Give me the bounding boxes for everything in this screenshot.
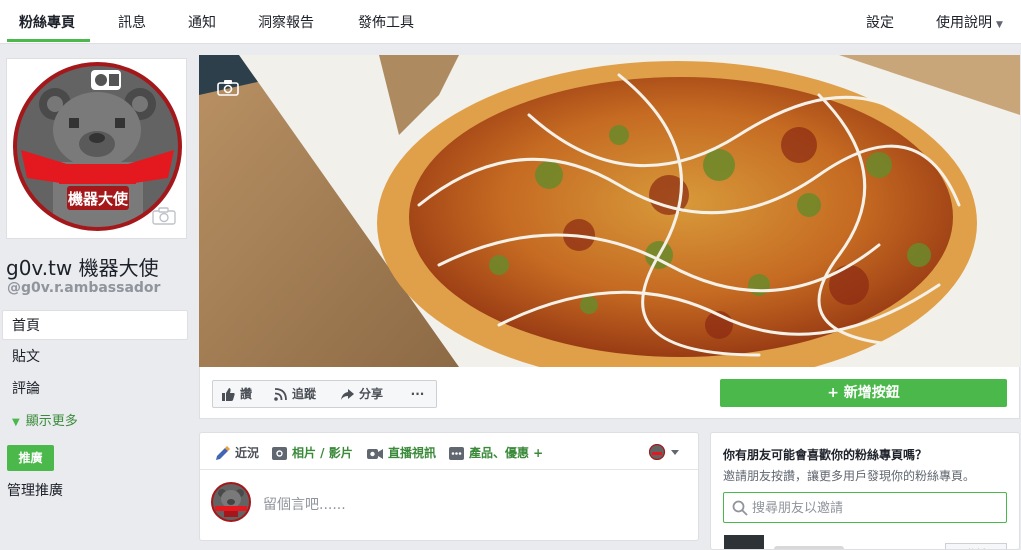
profile-picture-frame[interactable]: 機器大使	[6, 58, 187, 239]
persona-selector[interactable]	[649, 444, 681, 460]
tab-live-video-label: 直播視訊	[388, 446, 437, 460]
invite-friends-panel: 你有朋友可能會喜歡你的粉絲專頁嗎？ 邀請朋友按讚，讓更多用戶發現你的粉絲專頁。 …	[710, 432, 1020, 550]
show-more-label: 顯示更多	[25, 414, 78, 429]
photo-icon	[272, 447, 287, 460]
top-navigation: 粉絲專頁 訊息 通知 洞察報告 發佈工具 設定 使用說明 ▼	[0, 0, 1021, 44]
settings-link[interactable]: 設定	[866, 0, 894, 44]
rss-icon	[274, 388, 287, 401]
share-button[interactable]: 分享	[332, 380, 400, 408]
composer-tabs: 近況 相片 / 影片 直播視訊 產品、優惠 +	[200, 433, 698, 470]
tab-notifications[interactable]: 通知	[188, 0, 216, 44]
page-title: g0v.tw 機器大使	[6, 256, 159, 280]
avatar: 機器大使	[13, 62, 182, 231]
thumbs-up-icon	[222, 388, 235, 401]
avatar-banner-text: 機器大使	[68, 190, 129, 208]
more-actions-button[interactable]: ···	[399, 380, 437, 408]
tab-status[interactable]: 近況	[215, 444, 259, 461]
video-camera-icon	[367, 448, 383, 459]
share-label: 分享	[359, 387, 384, 401]
sidebar-item-reviews[interactable]: 評論	[2, 374, 188, 404]
search-icon	[732, 500, 748, 516]
tab-photo-video-label: 相片 / 影片	[292, 446, 353, 460]
tab-page[interactable]: 粉絲專頁	[19, 0, 75, 44]
share-arrow-icon	[341, 388, 354, 400]
follow-button[interactable]: 追蹤	[265, 380, 333, 408]
sidebar-item-home[interactable]: 首頁	[2, 310, 188, 340]
post-composer: 近況 相片 / 影片 直播視訊 產品、優惠 + 留個言吧......	[199, 432, 699, 541]
add-button[interactable]: + 新增按鈕	[720, 379, 1007, 407]
tab-messages[interactable]: 訊息	[118, 0, 146, 44]
friend-name-placeholder	[774, 546, 844, 549]
composer-avatar	[211, 482, 251, 522]
bear-mascot-small-icon	[215, 489, 247, 517]
like-button[interactable]: 讚	[212, 380, 266, 408]
pencil-icon	[216, 446, 230, 460]
more-options-icon	[449, 447, 464, 460]
page-action-bar: 讚 追蹤 分享 ··· + 新增按鈕	[199, 367, 1020, 419]
chevron-down-icon: ▼	[996, 20, 1003, 30]
tab-live-video[interactable]: 直播視訊	[367, 444, 436, 461]
friend-search-input[interactable]	[752, 499, 1002, 517]
active-tab-indicator	[7, 39, 90, 42]
tab-products-offers[interactable]: 產品、優惠 +	[449, 444, 543, 461]
tab-photo-video[interactable]: 相片 / 影片	[272, 444, 353, 461]
show-more-link[interactable]: ▼ 顯示更多	[12, 410, 78, 429]
follow-label: 追蹤	[292, 387, 317, 401]
sidebar-item-posts[interactable]: 貼文	[2, 342, 188, 372]
help-label: 使用說明	[936, 15, 992, 31]
tab-publishing-tools[interactable]: 發佈工具	[358, 0, 414, 44]
bear-mascot-icon: 機器大使	[21, 70, 174, 227]
cover-photo[interactable]	[199, 55, 1020, 367]
friend-search-box[interactable]	[723, 492, 1007, 523]
composer-input[interactable]: 留個言吧......	[263, 494, 346, 514]
page-username[interactable]: @g0v.r.ambassador	[7, 280, 160, 296]
tab-insights[interactable]: 洞察報告	[258, 0, 314, 44]
invite-subtitle: 邀請朋友按讚，讓更多用戶發現你的粉絲專頁。	[723, 469, 976, 483]
tab-products-offers-label: 產品、優惠 +	[469, 446, 544, 460]
manage-promotions-link[interactable]: 管理推廣	[7, 480, 63, 500]
tab-status-label: 近況	[235, 446, 260, 460]
cover-camera-icon[interactable]	[217, 79, 239, 96]
camera-icon[interactable]	[152, 207, 176, 225]
invite-title: 你有朋友可能會喜歡你的粉絲專頁嗎？	[723, 448, 928, 462]
left-sidebar: 機器大使 g0v.tw 機器大使 @g0v.r.ambassador 首頁 貼文…	[0, 44, 192, 550]
pizza-cover-image	[199, 55, 1020, 367]
invite-button[interactable]: 邀請	[945, 543, 1007, 549]
like-label: 讚	[240, 387, 253, 401]
promote-button[interactable]: 推廣	[7, 445, 54, 471]
friend-avatar	[724, 535, 764, 549]
triangle-down-icon: ▼	[12, 417, 20, 428]
help-menu[interactable]: 使用說明 ▼	[936, 0, 1003, 44]
